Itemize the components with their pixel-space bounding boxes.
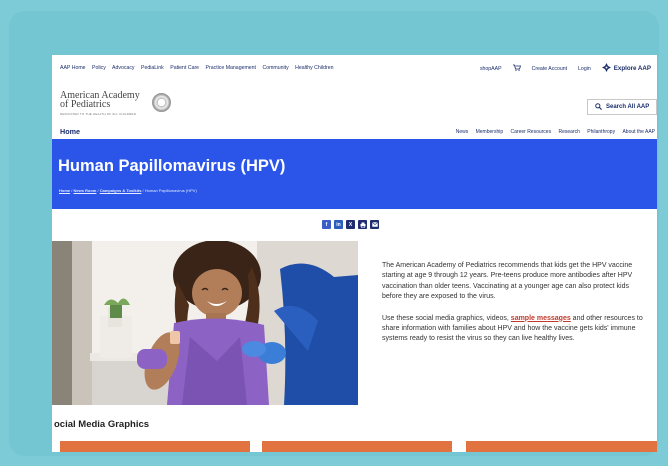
- graphic-tile-2[interactable]: [262, 441, 452, 452]
- utility-nav: AAP Home Policy Advocacy PediaLink Patie…: [52, 55, 657, 83]
- explore-aap-button[interactable]: Explore AAP: [601, 63, 651, 74]
- email-icon[interactable]: [370, 220, 379, 229]
- nav-item-about[interactable]: About the AAP: [622, 129, 655, 135]
- utility-link-advocacy[interactable]: Advocacy: [112, 65, 135, 71]
- nav-item-research[interactable]: Research: [558, 129, 579, 135]
- utility-link-healthy-children[interactable]: Healthy Children: [295, 65, 333, 71]
- shop-link[interactable]: shopAAP: [480, 66, 502, 72]
- screenshot-frame: AAP Home Policy Advocacy PediaLink Patie…: [9, 11, 659, 456]
- search-label: Search All AAP: [606, 104, 650, 110]
- graphics-tiles-row: [52, 441, 657, 452]
- breadcrumb-campaigns[interactable]: Campaigns & Toolkits: [100, 188, 142, 193]
- login-link[interactable]: Login: [578, 66, 591, 72]
- intro-text: The American Academy of Pediatrics recom…: [382, 261, 647, 356]
- breadcrumb-news-room[interactable]: News Room: [73, 188, 96, 193]
- utility-links: AAP Home Policy Advocacy PediaLink Patie…: [60, 65, 339, 71]
- nav-item-philanthropy[interactable]: Philanthropy: [587, 129, 615, 135]
- breadcrumb: Home / News Room / Campaigns & Toolkits …: [59, 188, 197, 193]
- aap-seal-icon: [152, 93, 171, 112]
- intro-paragraph-2: Use these social media graphics, videos,…: [382, 314, 647, 345]
- share-bar: f in X: [322, 220, 379, 229]
- create-account-link[interactable]: Create Account: [532, 66, 567, 72]
- breadcrumb-home[interactable]: Home: [59, 188, 70, 193]
- utility-right: shopAAP Create Account Login Explore AAP: [480, 63, 651, 74]
- explore-aap-label: Explore AAP: [613, 65, 651, 72]
- utility-link-practice-management[interactable]: Practice Management: [206, 65, 256, 71]
- linkedin-icon[interactable]: in: [334, 220, 343, 229]
- utility-link-aap-home[interactable]: AAP Home: [60, 65, 86, 71]
- aap-logo[interactable]: American Academy of Pediatrics DEDICATED…: [60, 91, 140, 117]
- main-nav: News Membership Career Resources Researc…: [450, 129, 655, 135]
- sample-messages-link[interactable]: sample messages: [511, 315, 571, 322]
- facebook-icon[interactable]: f: [322, 220, 331, 229]
- utility-link-community[interactable]: Community: [262, 65, 288, 71]
- cart-icon[interactable]: [512, 64, 521, 73]
- logo-tagline: DEDICATED TO THE HEALTH OF ALL CHILDREN: [60, 112, 137, 116]
- utility-link-policy[interactable]: Policy: [92, 65, 106, 71]
- search-icon: [595, 102, 602, 112]
- page-title: Human Papillomavirus (HPV): [58, 157, 286, 175]
- x-icon[interactable]: X: [346, 220, 355, 229]
- logo-line-2: of Pediatrics: [60, 99, 111, 110]
- section-title-social-media-graphics: ocial Media Graphics: [54, 419, 150, 430]
- nav-item-membership[interactable]: Membership: [476, 129, 504, 135]
- hero-photo-child-vaccine: [52, 241, 358, 405]
- intro-p2-start: Use these social media graphics, videos,: [382, 314, 511, 322]
- nav-item-career-resources[interactable]: Career Resources: [511, 129, 552, 135]
- intro-paragraph-1: The American Academy of Pediatrics recom…: [382, 262, 633, 301]
- browser-page: AAP Home Policy Advocacy PediaLink Patie…: [52, 55, 657, 452]
- search-button[interactable]: Search All AAP: [587, 99, 657, 115]
- graphic-tile-1[interactable]: [60, 441, 250, 452]
- page-banner: Human Papillomavirus (HPV) Home / News R…: [52, 139, 657, 209]
- nav-home[interactable]: Home: [60, 127, 80, 136]
- compass-icon: [601, 63, 611, 74]
- breadcrumb-current: Human Papillomavirus (HPV): [144, 188, 197, 193]
- nav-item-news[interactable]: News: [456, 129, 469, 135]
- utility-link-pedialink[interactable]: PediaLink: [141, 65, 164, 71]
- utility-link-patient-care[interactable]: Patient Care: [170, 65, 199, 71]
- graphic-tile-3[interactable]: [466, 441, 657, 452]
- print-icon[interactable]: [358, 220, 367, 229]
